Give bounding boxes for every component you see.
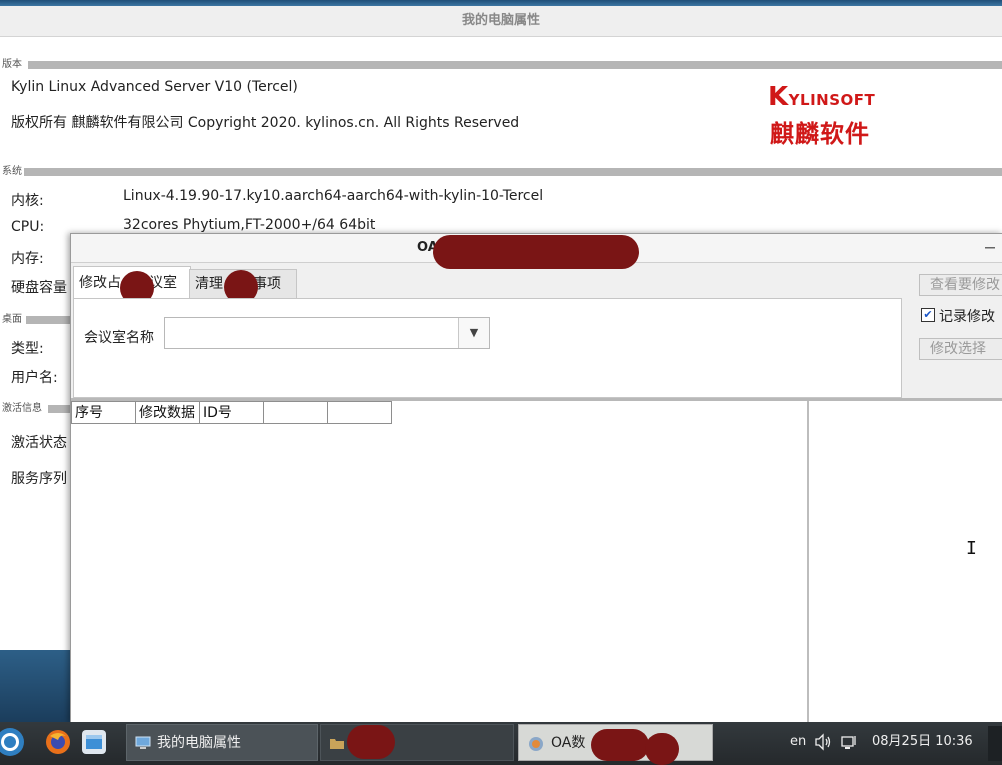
disk-label: 硬盘容量	[11, 280, 67, 296]
tab-panel: 会议室名称 ▼	[73, 298, 902, 398]
type-label: 类型:	[11, 341, 44, 357]
show-desktop-button[interactable]	[988, 726, 1002, 761]
redaction-mark	[347, 725, 395, 759]
computer-icon	[135, 736, 151, 749]
detail-pane	[809, 401, 1002, 723]
chevron-down-icon[interactable]: ▼	[458, 318, 489, 348]
cpu-value: 32cores Phytium,FT-2000+/64 64bit	[123, 217, 376, 233]
taskbar: 我的电脑属性 OA数… en 08月25日 10:36	[0, 722, 1002, 765]
copyright-text: 版权所有 麒麟软件有限公司 Copyright 2020. kylinos.cn…	[11, 115, 520, 131]
username-label: 用户名:	[11, 370, 58, 386]
minimize-icon[interactable]	[983, 240, 997, 254]
start-menu-icon[interactable]	[0, 726, 26, 758]
os-name: Kylin Linux Advanced Server V10 (Tercel)	[11, 79, 298, 95]
redaction-mark	[645, 733, 679, 765]
task-folder[interactable]	[320, 724, 514, 761]
desktop-background	[0, 650, 72, 722]
kernel-label: 内核:	[11, 193, 44, 209]
task-oa-window[interactable]: OA数…	[518, 724, 713, 765]
modify-selection-button[interactable]: 修改选择	[919, 338, 1002, 360]
oa-title-bar[interactable]: OA	[71, 234, 1002, 269]
oa-window: OA 修改占 议室 清理 事项 会议室名称 ▼ 查看要修改 ✔ 记录修改 修改选择 …	[70, 233, 1002, 723]
column-header-id[interactable]: ID号	[200, 401, 264, 424]
logo-en-text: YLINSOFT	[788, 91, 876, 109]
firefox-icon[interactable]	[44, 728, 72, 756]
tab-modify-meeting-room[interactable]: 修改占 议室	[73, 266, 191, 305]
data-table: 序号 修改数据 ID号	[71, 401, 809, 723]
app-icon	[529, 737, 543, 751]
redaction-mark	[433, 235, 639, 269]
clock[interactable]: 08月25日 10:36	[872, 722, 973, 762]
volume-icon[interactable]	[814, 733, 832, 751]
language-indicator[interactable]: en	[790, 722, 806, 762]
column-header-index[interactable]: 序号	[71, 401, 136, 424]
network-icon[interactable]	[840, 733, 858, 751]
window-title: 我的电脑属性	[0, 6, 1002, 37]
serial-label: 服务序列	[11, 471, 67, 487]
task-computer-properties[interactable]: 我的电脑属性	[126, 724, 318, 761]
file-manager-icon[interactable]	[80, 728, 108, 756]
section-version-header: 版本	[0, 58, 1002, 72]
record-changes-checkbox[interactable]: ✔	[921, 308, 935, 322]
column-header-modified-data[interactable]: 修改数据	[136, 401, 200, 424]
view-changes-button[interactable]: 查看要修改	[919, 274, 1002, 296]
text-cursor-icon: I	[966, 538, 977, 559]
logo-cn-text: 麒麟软件	[770, 120, 870, 148]
memory-label: 内存:	[11, 251, 44, 267]
room-name-select[interactable]: ▼	[164, 317, 490, 349]
kernel-value: Linux-4.19.90-17.ky10.aarch64-aarch64-wi…	[123, 188, 544, 204]
tab-cleanup-items[interactable]: 清理 事项	[189, 269, 297, 304]
section-system-header: 系统	[0, 165, 1002, 179]
room-name-label: 会议室名称	[84, 330, 154, 346]
redaction-mark	[591, 729, 649, 761]
action-panel: 查看要修改 ✔ 记录修改 修改选择	[901, 270, 1002, 400]
record-changes-label: 记录修改	[939, 309, 995, 325]
column-header-empty[interactable]	[264, 401, 328, 424]
folder-icon	[330, 739, 344, 749]
column-header-empty[interactable]	[328, 401, 392, 424]
kylinsoft-logo: KYLINSOFT 麒麟软件	[768, 82, 876, 148]
activation-label: 激活状态	[11, 435, 67, 451]
cpu-label: CPU:	[11, 219, 45, 235]
